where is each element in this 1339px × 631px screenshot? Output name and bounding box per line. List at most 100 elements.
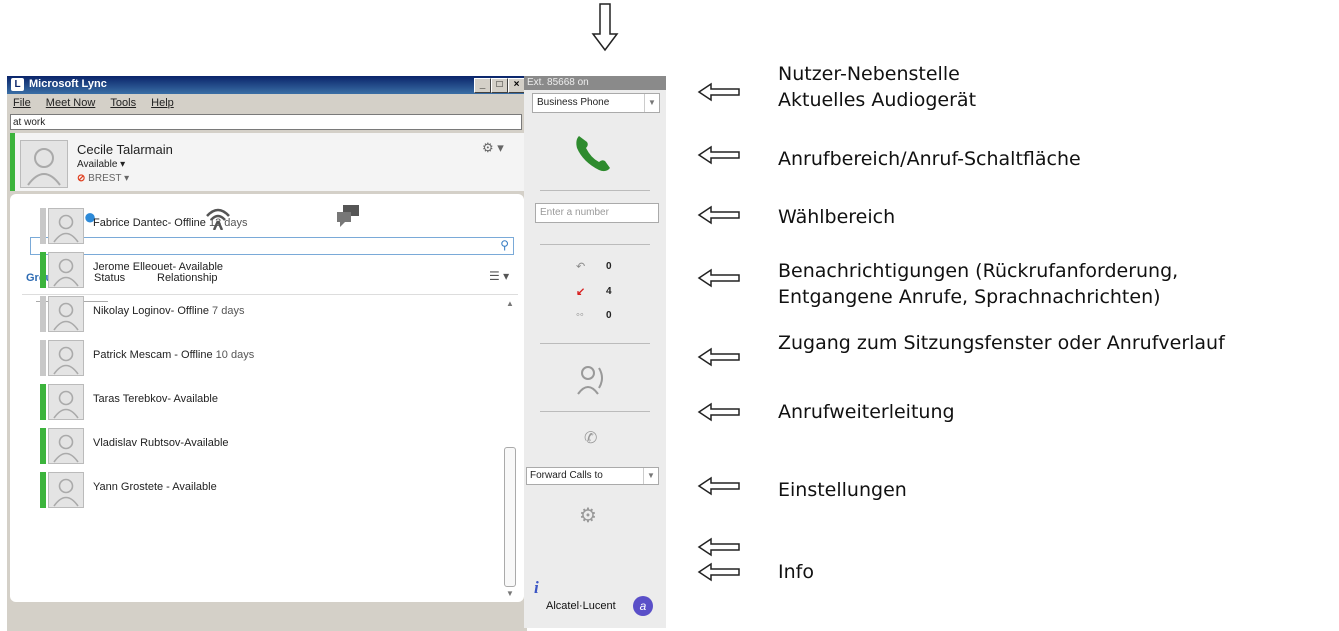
menu-file[interactable]: File xyxy=(13,97,31,109)
dial-number-input[interactable]: Enter a number xyxy=(535,203,659,223)
contact-avatar[interactable] xyxy=(48,384,84,420)
left-arrow-icon xyxy=(697,82,740,102)
contact-row[interactable]: Vladislav Rubtsov-Available xyxy=(40,428,480,464)
missed-calls[interactable]: ↙ 4 xyxy=(576,285,612,298)
annotation-label: Anrufweiterleitung xyxy=(778,401,955,423)
contact-row[interactable]: Nikolay Loginov- Offline 7 days xyxy=(40,296,480,332)
left-arrow-icon xyxy=(697,476,740,496)
offline-duration: 10 days xyxy=(215,349,255,361)
annotation-label: Einstellungen xyxy=(778,479,907,501)
voicemail-count: 0 xyxy=(606,310,612,321)
audio-device-value: Business Phone xyxy=(537,97,610,108)
presence-bar xyxy=(40,384,46,420)
left-arrow-icon xyxy=(697,268,740,288)
left-arrow-icon xyxy=(697,347,740,367)
close-button[interactable]: × xyxy=(508,78,525,93)
contact-avatar[interactable] xyxy=(48,472,84,508)
presence-bar xyxy=(40,208,46,244)
settings-gears-icon[interactable]: ⚙ xyxy=(579,503,597,528)
forward-calls-value: Forward Calls to xyxy=(530,470,603,481)
contact-row[interactable]: Yann Grostete - Available xyxy=(40,472,480,508)
brand-label: Alcatel·Lucent xyxy=(546,600,616,612)
location-icon: ⊘ xyxy=(77,173,86,184)
contact-row[interactable]: Patrick Mescam - Offline 10 days xyxy=(40,340,480,376)
annotation-label: Info xyxy=(778,561,814,583)
lync-app-icon: L xyxy=(11,78,24,91)
contact-avatar[interactable] xyxy=(48,340,84,376)
annotation-label: Anrufbereich/Anruf-Schaltfläche xyxy=(778,148,1081,170)
menu-help[interactable]: Help xyxy=(151,97,174,109)
contacts-panel: ● ⚲ Groups Status Relationship ☰ ▾ Fabri… xyxy=(10,194,524,602)
my-name: Cecile Talarmain xyxy=(77,142,173,157)
options-gear-icon[interactable]: ⚙ ▾ xyxy=(482,140,504,156)
left-arrow-icon xyxy=(697,537,740,557)
contact-row[interactable]: Jerome Elleouet- Available xyxy=(40,252,480,288)
annotation-label: Nutzer-Nebenstelle xyxy=(778,63,960,85)
window-title: Microsoft Lync xyxy=(29,78,107,90)
contact-avatar[interactable] xyxy=(48,296,84,332)
contact-name: Fabrice Dantec- Offline 13 days xyxy=(93,217,248,229)
offline-duration: 13 days xyxy=(208,217,248,229)
scroll-thumb[interactable] xyxy=(504,447,516,587)
personal-note-input[interactable]: at work xyxy=(10,114,522,130)
menu-meet-now[interactable]: Meet Now xyxy=(46,97,96,109)
presence-bar xyxy=(40,340,46,376)
contact-avatar[interactable] xyxy=(48,208,84,244)
minimize-button[interactable]: _ xyxy=(474,78,491,93)
scroll-down-icon[interactable]: ▼ xyxy=(506,589,514,598)
call-forward-icon: ✆ xyxy=(584,430,598,447)
voicemail-icon: ◦◦ xyxy=(576,309,584,321)
presence-bar xyxy=(40,472,46,508)
annotation-label: Aktuelles Audiogerät xyxy=(778,89,977,111)
annotation-label: Benachrichtigungen (Rückrufanforderung, xyxy=(778,260,1179,282)
contact-row[interactable]: Fabrice Dantec- Offline 13 days xyxy=(40,208,480,244)
contact-avatar[interactable] xyxy=(48,252,84,288)
separator xyxy=(540,244,650,245)
presence-bar xyxy=(40,252,46,288)
contact-name-text: Yann Grostete - Available xyxy=(93,481,217,493)
search-icon[interactable]: ⚲ xyxy=(500,238,509,252)
menu-tools[interactable]: Tools xyxy=(110,97,136,109)
voicemail[interactable]: ◦◦ 0 xyxy=(576,309,612,321)
my-presence-panel: Cecile Talarmain Available ▾ ⊘ BREST ▾ ⚙… xyxy=(10,133,524,191)
callback-count: 0 xyxy=(606,261,612,272)
annotation-label: Entgangene Anrufe, Sprachnachrichten) xyxy=(778,286,1161,308)
missed-call-icon: ↙ xyxy=(576,286,586,298)
menu-bar: File Meet Now Tools Help xyxy=(7,95,527,112)
audio-device-select[interactable]: Business Phone ▼ xyxy=(532,93,660,113)
contact-name: Taras Terebkov- Available xyxy=(93,393,218,405)
separator xyxy=(540,343,650,344)
contact-name: Vladislav Rubtsov-Available xyxy=(93,437,229,449)
list-options-icon[interactable]: ☰ ▾ xyxy=(489,269,509,283)
separator xyxy=(540,411,650,412)
contact-name: Patrick Mescam - Offline 10 days xyxy=(93,349,254,361)
phone-handset-icon[interactable] xyxy=(569,128,617,176)
forward-calls-select[interactable]: Forward Calls to ▼ xyxy=(526,467,659,485)
down-arrow-icon xyxy=(591,3,619,52)
maximize-button[interactable]: □ xyxy=(491,78,508,93)
annotation-label: Zugang zum Sitzungsfenster oder Anrufver… xyxy=(778,332,1225,354)
my-status-dropdown[interactable]: Available ▾ xyxy=(77,159,125,170)
contact-row[interactable]: Taras Terebkov- Available xyxy=(40,384,480,420)
callback-icon: ↶ xyxy=(576,261,586,273)
title-bar: L Microsoft Lync _ □ × xyxy=(7,76,527,94)
extension-label: Ext. 85668 on xyxy=(524,76,666,90)
contact-list-scrollbar[interactable]: ▲ ▼ xyxy=(503,299,517,599)
contact-avatar[interactable] xyxy=(48,428,84,464)
contact-name-text: Jerome Elleouet- Available xyxy=(93,261,224,273)
my-avatar[interactable] xyxy=(20,140,68,188)
my-location[interactable]: ⊘ BREST ▾ xyxy=(77,173,129,184)
presence-bar xyxy=(40,296,46,332)
lync-window: L Microsoft Lync _ □ × File Meet Now Too… xyxy=(7,76,527,631)
contact-name-text: Fabrice Dantec- Offline xyxy=(93,217,206,229)
chevron-down-icon: ▼ xyxy=(643,468,658,484)
tab-divider xyxy=(22,294,518,295)
info-icon[interactable]: i xyxy=(534,578,539,598)
left-arrow-icon xyxy=(697,562,740,582)
presence-bar xyxy=(10,133,15,191)
callback-requests[interactable]: ↶ 0 xyxy=(576,260,612,273)
scroll-up-icon[interactable]: ▲ xyxy=(506,299,514,308)
conversation-history-icon[interactable] xyxy=(572,360,612,400)
contact-name: Jerome Elleouet- Available xyxy=(93,261,223,273)
contact-name-text: Taras Terebkov- Available xyxy=(93,393,218,405)
